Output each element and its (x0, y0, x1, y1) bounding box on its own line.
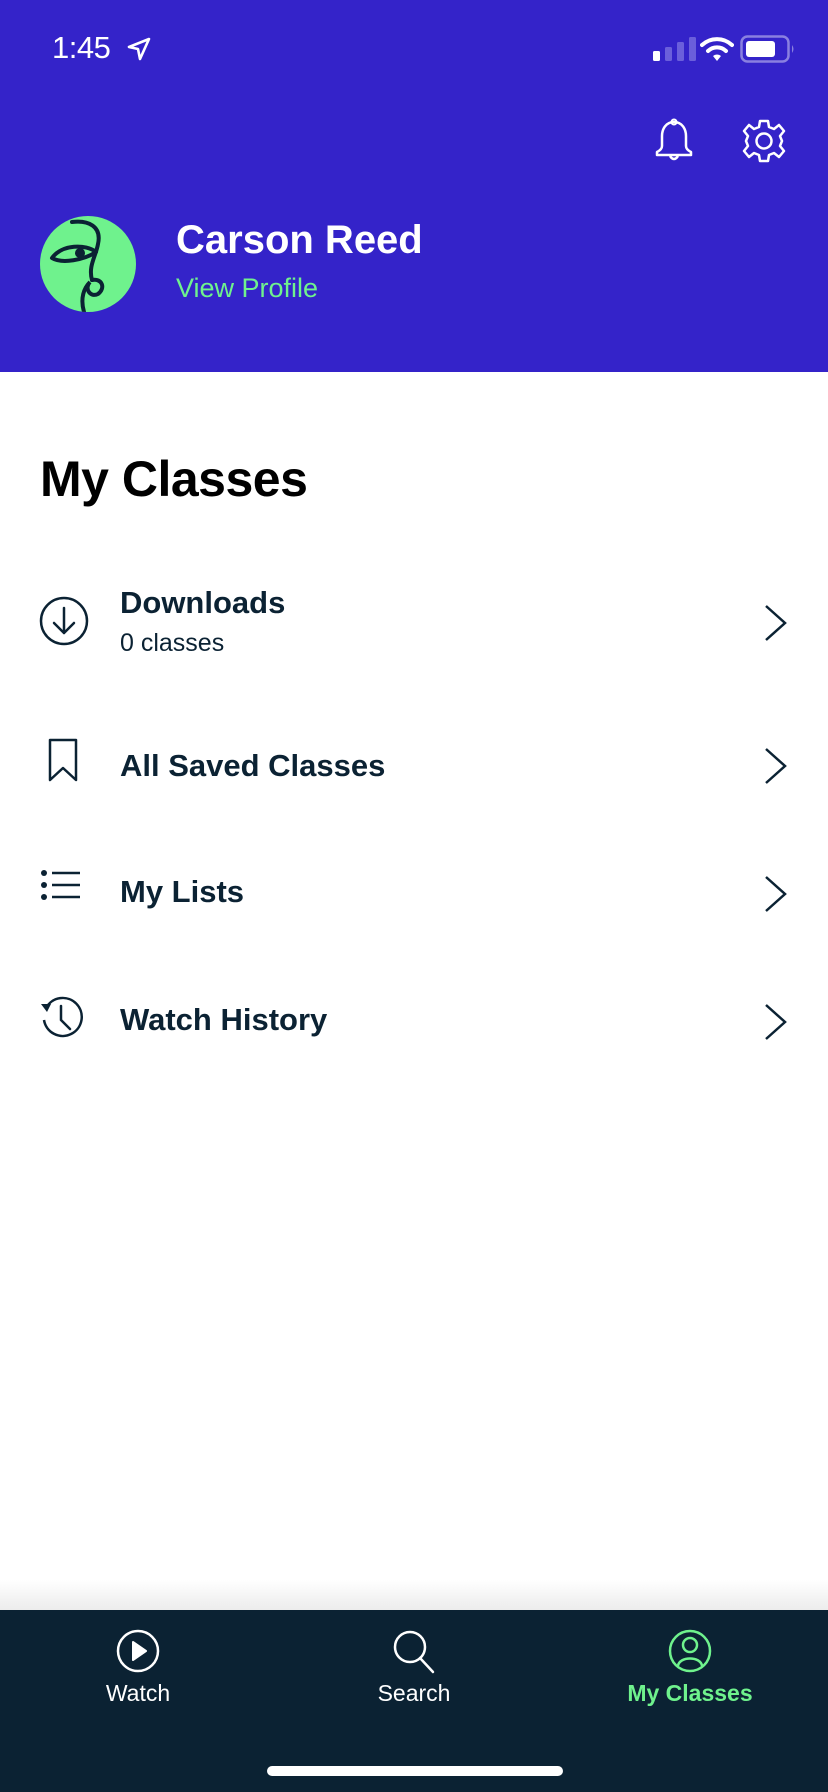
location-arrow-icon (127, 37, 151, 61)
tabbar-shadow (0, 1580, 828, 1610)
tab-label: My Classes (627, 1680, 753, 1706)
face-line-art-avatar-icon (50, 219, 105, 312)
notifications-bell-icon[interactable] (652, 118, 696, 164)
menu-item-subtitle: 0 classes (120, 629, 225, 657)
wifi-icon (700, 37, 734, 61)
play-circle-icon (116, 1629, 160, 1673)
chevron-right-icon (765, 1004, 787, 1040)
profile-avatar[interactable] (40, 216, 136, 312)
home-indicator[interactable] (267, 1766, 563, 1776)
settings-gear-icon[interactable] (741, 118, 787, 164)
view-profile-link[interactable]: View Profile (176, 273, 318, 304)
bottom-tab-bar: Watch Search My Classes (0, 1610, 828, 1792)
menu-item-my-lists[interactable]: My Lists (0, 844, 828, 944)
bookmark-icon (48, 738, 78, 782)
battery-icon (740, 35, 794, 63)
menu-item-label: All Saved Classes (120, 748, 386, 783)
chevron-right-icon (765, 748, 787, 784)
menu-item-label: My Lists (120, 874, 245, 909)
profile-name: Carson Reed (176, 218, 423, 262)
tab-watch[interactable]: Watch (0, 1610, 276, 1720)
search-icon (393, 1630, 435, 1674)
menu-item-label: Downloads (120, 585, 286, 620)
tab-my-classes[interactable]: My Classes (552, 1610, 828, 1720)
page-title: My Classes (40, 451, 308, 507)
history-clock-icon (41, 996, 83, 1038)
tab-label: Watch (105, 1680, 171, 1706)
download-circle-icon (39, 596, 89, 646)
tab-search[interactable]: Search (276, 1610, 552, 1720)
tab-label: Search (377, 1680, 451, 1706)
cellular-signal-icon (653, 37, 696, 61)
profile-header: 1:45 Carson Reed View Profile (0, 0, 828, 372)
menu-item-downloads[interactable]: Downloads 0 classes (0, 573, 828, 673)
status-time: 1:45 (52, 30, 111, 65)
menu-item-label: Watch History (120, 1002, 328, 1037)
list-icon (41, 870, 80, 900)
menu-item-all-saved-classes[interactable]: All Saved Classes (0, 716, 828, 816)
menu-item-watch-history[interactable]: Watch History (0, 972, 828, 1072)
chevron-right-icon (765, 876, 787, 912)
user-circle-icon (668, 1629, 712, 1673)
status-bar: 1:45 (0, 0, 828, 100)
chevron-right-icon (765, 605, 787, 641)
